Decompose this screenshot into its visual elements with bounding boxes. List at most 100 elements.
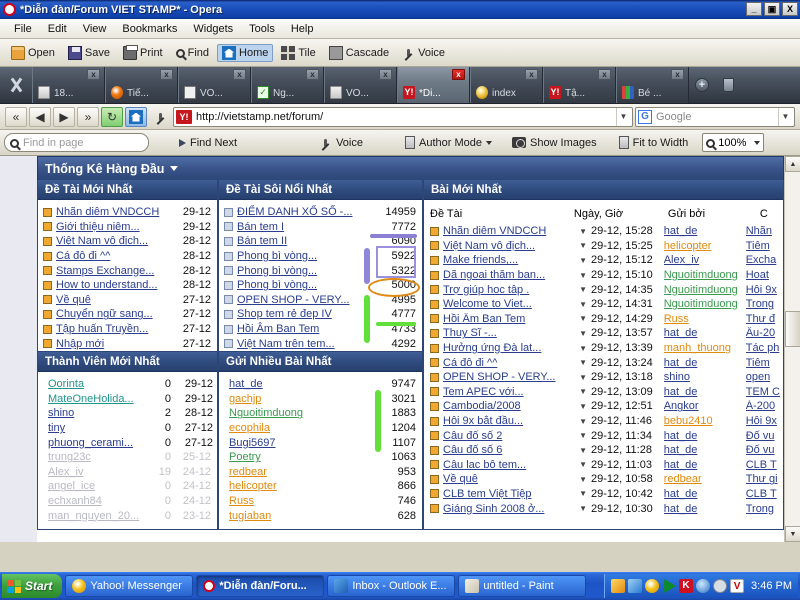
post-topic-link[interactable]: Trợ giúp hoc tâp . [443,284,579,296]
table-row[interactable]: Hôi 9x bắt đầu... ▼ 29-12, 11:46 bebu2410 Hô… [430,414,783,429]
post-forum-link[interactable]: TEM C [746,386,783,398]
poster-link[interactable]: Poetry [229,451,261,463]
post-author-link[interactable]: bebu2410 [664,415,746,427]
list-item[interactable]: shino 2 28-12 [48,406,213,421]
find-in-page-input[interactable]: Find in page [4,133,149,152]
minimize-button[interactable]: _ [746,2,762,16]
list-item[interactable]: Alex_iv 19 24-12 [48,465,213,480]
table-row[interactable]: CLB tem Việt Tiệp ▼ 29-12, 10:42 hat_de CLB … [430,487,783,502]
table-row[interactable]: Cá đô đi ^^ ▼ 29-12, 13:24 hat_de Tiêm [430,355,783,370]
smiley-icon[interactable] [645,579,660,593]
goto-first-post-icon[interactable]: ▼ [579,271,587,280]
topic-link[interactable]: Về quê [56,294,91,306]
tab-6[interactable]: index x [470,67,543,103]
post-topic-link[interactable]: OPEN SHOP - VERY... [443,371,579,383]
search-bar[interactable]: G Google ▼ [635,106,795,127]
scroll-down-button[interactable]: ▼ [785,526,800,542]
tab-0[interactable]: 18... x [32,67,105,103]
system-clock[interactable]: 3:46 PM [751,580,792,592]
topic-link[interactable]: Nhãn diêm VNDCCH [56,206,159,218]
list-item[interactable]: Shop tem rẻ đep IV 4777 [224,307,418,322]
post-forum-link[interactable]: Trong [746,298,783,310]
wand-button[interactable] [149,107,171,127]
member-link[interactable]: man_nguyen_20... [48,510,139,522]
table-row[interactable]: Cambodia/2008 ▼ 29-12, 12:51 Angkor Á-200 [430,399,783,414]
tab-5-active[interactable]: Y! *Di... x [397,67,470,103]
kaspersky-icon[interactable]: K [679,579,694,593]
goto-first-post-icon[interactable]: ▼ [579,504,587,513]
post-author-link[interactable]: hat_de [664,444,746,456]
goto-first-post-icon[interactable]: ▼ [579,241,587,250]
list-item[interactable]: Nhập mới 27-12 [43,336,213,351]
forum-stats-header[interactable]: Thống Kê Hàng Đầu [37,156,784,180]
topic-link[interactable]: Shop tem rẻ đep IV [237,308,332,320]
tab-close-icon[interactable]: x [160,69,173,80]
tab-close-icon[interactable]: x [671,69,684,80]
poster-link[interactable]: Bugi5697 [229,437,276,449]
post-forum-link[interactable]: Hôi 9x [746,415,783,427]
list-item[interactable]: OPEN SHOP - VERY... 4995 [224,293,418,308]
list-item[interactable]: Phong bì vòng... 5922 [224,249,418,264]
close-button[interactable]: X [782,2,798,16]
list-item[interactable]: trung23c 0 25-12 [48,450,213,465]
list-item[interactable]: Giới thiệu niêm... 29-12 [43,220,213,235]
member-link[interactable]: MateOneHolida... [48,393,134,405]
topic-link[interactable]: ĐIỂM DANH XỔ SỐ -... [237,206,353,218]
post-forum-link[interactable]: Excha [746,254,783,266]
list-item[interactable]: tugiaban 628 [229,508,418,523]
table-row[interactable]: Hồi Âm Ban Tem ▼ 29-12, 14:29 Russ Thư đ [430,312,783,327]
list-item[interactable]: Bán tem II 6090 [224,234,418,249]
member-link[interactable]: tiny [48,422,65,434]
back-button[interactable]: ◀ [29,106,51,127]
table-row[interactable]: Make friends,... ▼ 29-12, 15:12 Alex_iv Exch… [430,253,783,268]
member-link[interactable]: trung23c [48,451,91,463]
post-author-link[interactable]: hat_de [664,459,746,471]
post-author-link[interactable]: Nguoitimduong [664,284,746,296]
topic-link[interactable]: Việt Nam trên tem... [237,338,335,350]
menu-item-tools[interactable]: Tools [241,21,283,37]
list-item[interactable]: Nhãn diêm VNDCCH 29-12 [43,205,213,220]
poster-link[interactable]: ecophila [229,422,270,434]
taskbar-item-paint[interactable]: untitled - Paint [458,575,587,597]
tab-close-icon[interactable]: x [87,69,100,80]
goto-first-post-icon[interactable]: ▼ [579,285,587,294]
calendar-icon[interactable] [611,579,626,593]
print-button[interactable]: Print [118,44,168,62]
post-author-link[interactable]: hat_de [664,386,746,398]
fit-to-width-button[interactable]: Fit to Width [613,134,695,151]
post-author-link[interactable]: hat_de [664,357,746,369]
chevron-down-icon[interactable] [754,140,761,145]
url-dropdown-icon[interactable]: ▼ [616,107,630,126]
post-author-link[interactable]: Nguoitimduong [664,269,746,281]
list-item[interactable]: Poetry 1063 [229,450,418,465]
goto-first-post-icon[interactable]: ▼ [579,489,587,498]
poster-link[interactable]: hat_de [229,378,263,390]
list-item[interactable]: gachjp 3021 [229,392,418,407]
post-author-link[interactable]: Angkor [664,400,746,412]
menu-item-widgets[interactable]: Widgets [185,21,241,37]
poster-link[interactable]: tugiaban [229,510,271,522]
post-topic-link[interactable]: Tem APEC với... [443,386,579,398]
list-item[interactable]: Oorinta 0 29-12 [48,377,213,392]
post-topic-link[interactable]: Việt Nam vô địch... [443,240,579,252]
post-author-link[interactable]: redbear [664,473,746,485]
post-topic-link[interactable]: Make friends,... [443,254,579,266]
url-text[interactable]: http://vietstamp.net/forum/ [196,111,612,123]
post-forum-link[interactable]: open [746,371,783,383]
list-item[interactable]: Hồi Âm Ban Tem 4733 [224,322,418,337]
post-forum-link[interactable]: Thư gi [746,473,783,485]
topic-link[interactable]: Phong bì vòng... [237,279,317,291]
list-item[interactable]: Cá đô đi ^^ 28-12 [43,249,213,264]
topic-link[interactable]: Stamps Exchange... [56,265,154,277]
poster-link[interactable]: gachjp [229,393,261,405]
topic-link[interactable]: Giới thiệu niêm... [56,221,140,233]
voice-toggle-button[interactable]: Voice [313,134,369,152]
topic-link[interactable]: Phong bì vòng... [237,265,317,277]
topic-link[interactable]: Việt Nam vô địch... [56,235,148,247]
post-author-link[interactable]: Nguoitimduong [664,298,746,310]
post-author-link[interactable]: hat_de [664,503,746,515]
start-button[interactable]: Start [2,574,63,598]
topic-link[interactable]: How to understand... [56,279,158,291]
forward-fast-button[interactable]: » [77,106,99,127]
goto-first-post-icon[interactable]: ▼ [579,329,587,338]
